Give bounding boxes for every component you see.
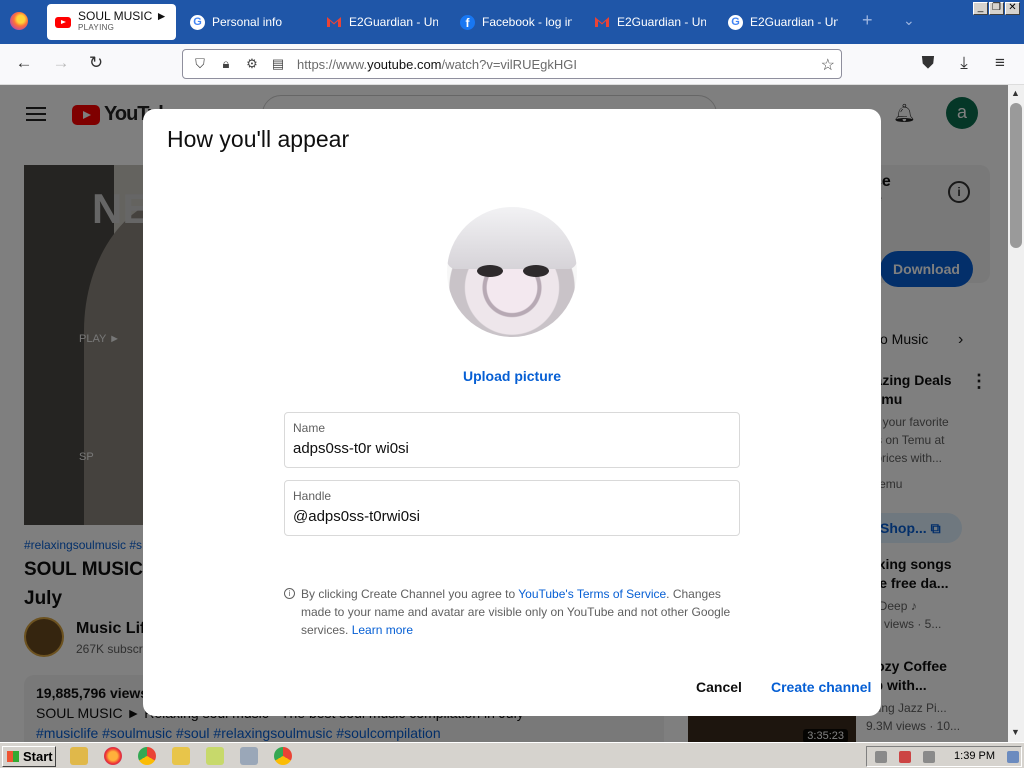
tab-soul-music[interactable]: SOUL MUSIC ► PLAYING ✕ [47, 4, 176, 40]
tab-label: E2Guardian - Unab [617, 15, 706, 29]
tab-label: E2Guardian - Unab [349, 15, 438, 29]
profile-picture [447, 207, 577, 337]
chrome-taskbar-icon[interactable] [274, 747, 292, 765]
handle-field[interactable]: Handle [284, 480, 740, 536]
page-scrollbar[interactable]: ▲ ▼ [1008, 85, 1024, 742]
url-prefix: https://www. [297, 56, 368, 72]
gmail-icon [326, 16, 342, 28]
show-desktop-icon[interactable] [1007, 751, 1019, 763]
reader-view-icon[interactable]: ▤ [265, 56, 291, 72]
tab-playing-label: PLAYING [78, 23, 115, 32]
name-field-label: Name [293, 421, 326, 435]
scrollbar-thumb[interactable] [1010, 103, 1022, 248]
avatar-hair [447, 207, 577, 269]
start-button[interactable]: Start [2, 746, 56, 767]
network-icon[interactable] [875, 751, 887, 763]
tab-label: E2Guardian - Unab [750, 15, 838, 29]
gmail-icon [594, 16, 610, 28]
permissions-icon[interactable]: ⚙ [239, 56, 265, 72]
avatar-eye [477, 265, 503, 277]
downloads-icon[interactable]: ⤓ [952, 53, 976, 73]
tab-label: SOUL MUSIC ► [78, 11, 168, 22]
info-icon: i [284, 588, 295, 599]
browser-tab-bar: SOUL MUSIC ► PLAYING ✕ G Personal info E… [0, 0, 1024, 44]
tab-label: Facebook - log in o [482, 15, 572, 29]
reload-icon[interactable]: ↻ [84, 53, 108, 73]
security-icon[interactable] [899, 751, 911, 763]
clock: 1:39 PM [954, 750, 995, 762]
google-icon: G [190, 14, 205, 30]
firefox-taskbar-icon[interactable] [104, 747, 122, 765]
name-input[interactable] [293, 440, 723, 457]
facebook-icon: f [460, 14, 475, 30]
terms-text: By clicking Create Channel you agree to … [301, 585, 740, 639]
firefox-icon[interactable] [10, 12, 28, 30]
learn-more-link[interactable]: Learn more [352, 623, 413, 637]
url-text[interactable]: https://www.youtube.com/watch?v=vilRUEgk… [297, 57, 577, 72]
handle-field-label: Handle [293, 489, 332, 503]
tab-personal-info[interactable]: G Personal info [182, 4, 312, 40]
terms-notice: i By clicking Create Channel you agree t… [284, 585, 740, 639]
tab-e2guardian-3[interactable]: G E2Guardian - Unab [720, 4, 846, 40]
terms-of-service-link[interactable]: YouTube's Terms of Service [518, 587, 666, 601]
scroll-down-arrow-icon[interactable]: ▼ [1011, 727, 1020, 737]
name-field[interactable]: Name [284, 412, 740, 468]
calculator-icon[interactable] [240, 747, 258, 765]
create-channel-button[interactable]: Create channel [771, 679, 871, 695]
terms-text-part: By clicking Create Channel you agree to [301, 587, 519, 601]
scroll-up-arrow-icon[interactable]: ▲ [1011, 88, 1020, 98]
browser-nav-bar: ← → ↻ ⛉ 🔒︎ ⚙ ▤ https://www.youtube.com/w… [0, 44, 1024, 85]
shield-icon[interactable]: ⛉ [187, 56, 213, 72]
close-tab-icon[interactable]: ✕ [174, 14, 176, 31]
media-player-icon[interactable] [70, 747, 88, 765]
minimize-window-icon[interactable]: _ [973, 2, 988, 15]
handle-input[interactable] [293, 508, 723, 525]
lock-icon[interactable]: 🔒︎ [213, 56, 239, 72]
back-arrow-icon[interactable]: ← [12, 53, 36, 73]
forward-arrow-icon[interactable]: → [49, 53, 73, 73]
url-bar[interactable]: ⛉ 🔒︎ ⚙ ▤ https://www.youtube.com/watch?v… [182, 49, 842, 79]
google-icon: G [728, 14, 743, 30]
url-path: /watch?v=vilRUEgkHGI [441, 56, 577, 72]
tab-facebook[interactable]: f Facebook - log in o [452, 4, 580, 40]
url-domain: youtube.com [367, 56, 442, 72]
close-window-icon[interactable]: ✕ [1005, 2, 1020, 15]
chrome-taskbar-icon[interactable] [138, 747, 156, 765]
folder-icon[interactable] [172, 747, 190, 765]
system-tray: 1:39 PM [866, 746, 1022, 767]
upload-picture-button[interactable]: Upload picture [143, 368, 881, 384]
bookmark-star-icon[interactable]: ☆ [821, 55, 835, 75]
youtube-icon [55, 16, 71, 28]
tab-e2guardian-1[interactable]: E2Guardian - Unab [318, 4, 446, 40]
create-channel-dialog: How you'll appear Upload picture Name Ha… [143, 109, 881, 716]
pocket-icon[interactable]: ⛊ [916, 53, 940, 73]
new-tab-plus-icon[interactable]: + [862, 10, 873, 31]
restore-window-icon[interactable]: ❐ [989, 2, 1004, 15]
tab-label: Personal info [212, 15, 283, 29]
menu-hamburger-icon[interactable]: ≡ [988, 53, 1012, 73]
dialog-title: How you'll appear [167, 126, 350, 152]
tab-e2guardian-2[interactable]: E2Guardian - Unab [586, 4, 714, 40]
taskbar: Start 1:39 PM [0, 742, 1024, 768]
list-tabs-chevron-icon[interactable]: ⌄ [903, 12, 915, 29]
avatar-eye [523, 265, 549, 277]
explorer-icon[interactable] [206, 747, 224, 765]
cancel-button[interactable]: Cancel [696, 679, 742, 695]
volume-icon[interactable] [923, 751, 935, 763]
